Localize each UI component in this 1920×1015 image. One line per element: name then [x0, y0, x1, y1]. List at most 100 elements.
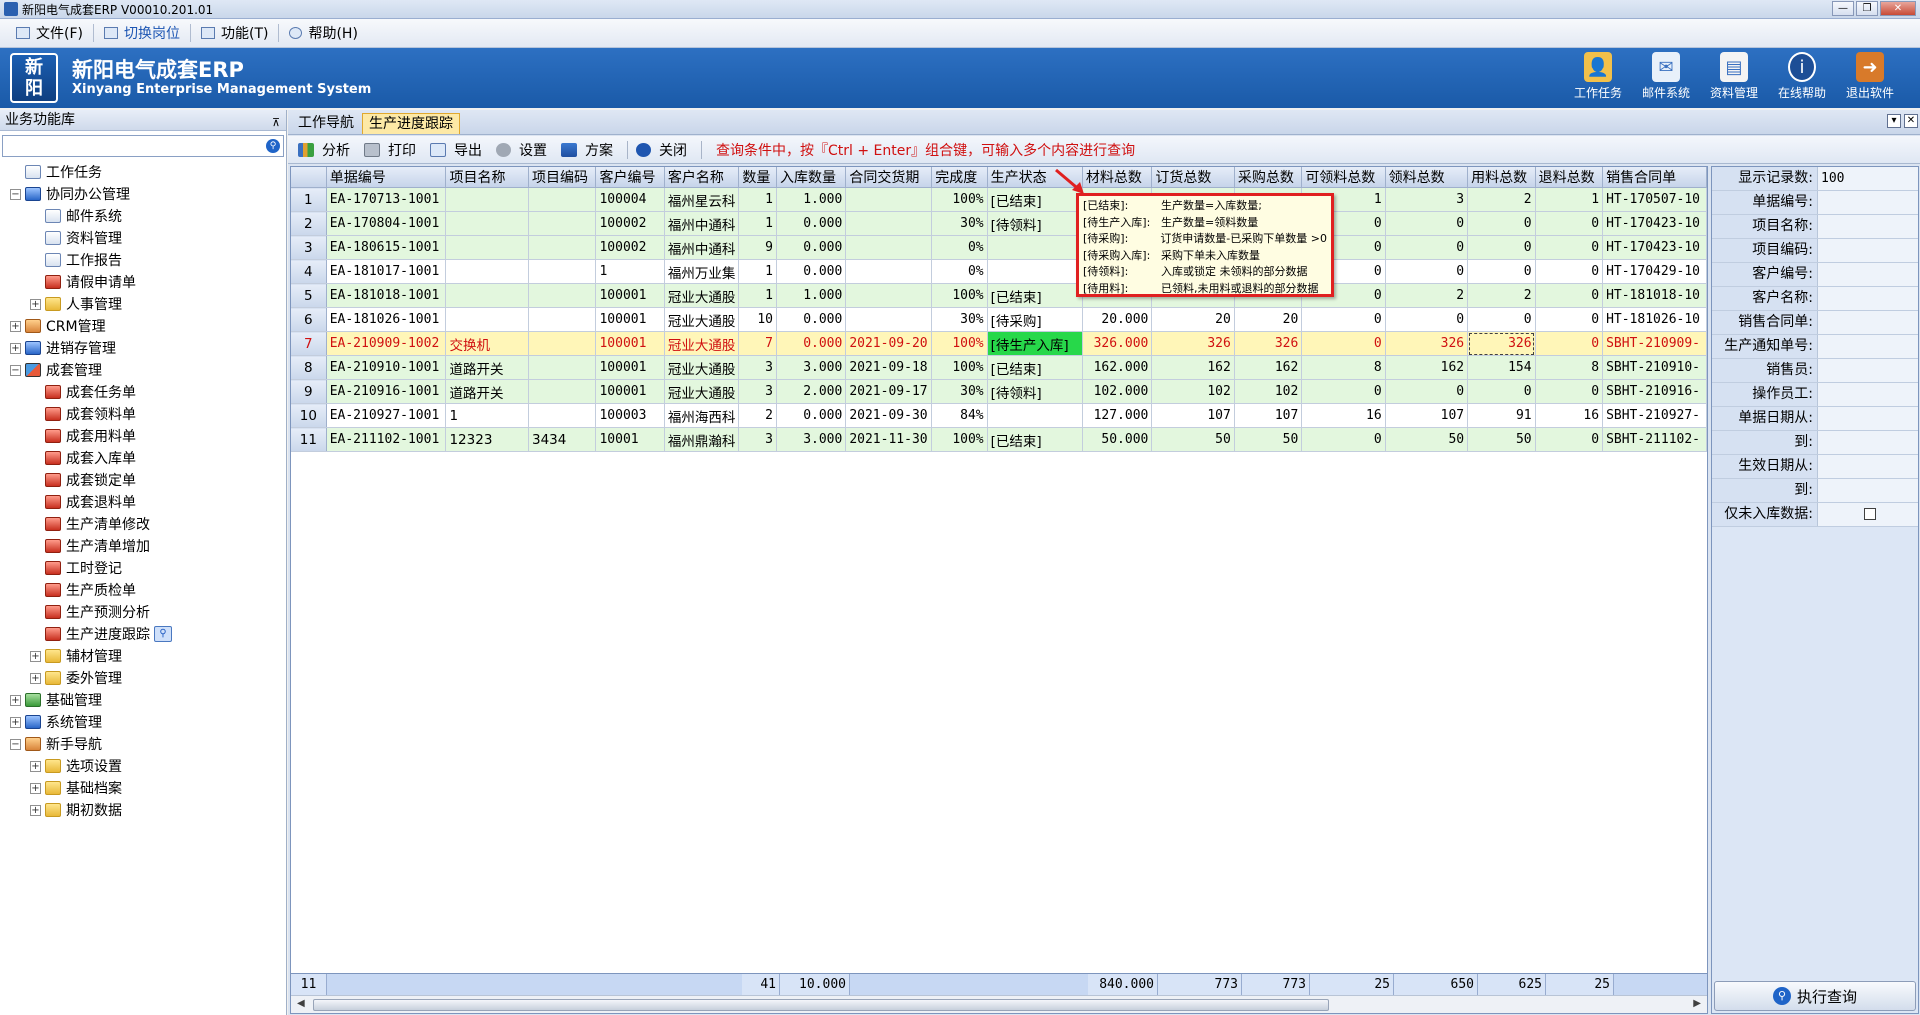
header-tool-exit[interactable]: ➜ 退出软件	[1836, 52, 1904, 101]
collapse-icon[interactable]: −	[10, 364, 21, 376]
table-cell[interactable]: 0	[1385, 211, 1469, 236]
table-row[interactable]: 7 EA-210909-1002 交换机 100001 冠业大通股 7 0.000 2021-…	[291, 331, 1707, 356]
table-cell[interactable]: 50.000	[1082, 427, 1153, 452]
query-input[interactable]	[1818, 359, 1918, 382]
expand-icon[interactable]: +	[30, 804, 41, 816]
collapse-icon[interactable]: −	[10, 188, 21, 200]
table-cell[interactable]	[528, 355, 597, 380]
scroll-left-icon[interactable]: ◀	[297, 998, 305, 1009]
table-cell[interactable]: SBHT-211102-	[1602, 427, 1707, 452]
table-cell[interactable]: 3.000	[776, 427, 847, 452]
menu-function[interactable]: 功能(T)	[191, 19, 278, 47]
table-cell[interactable]: SBHT-210916-	[1602, 379, 1707, 404]
table-cell[interactable]: 1	[738, 259, 777, 284]
table-cell[interactable]: 100001	[595, 307, 665, 332]
table-cell[interactable]: 102	[1151, 379, 1235, 404]
sidebar-item[interactable]: 生产质检单	[2, 579, 286, 601]
analyze-button[interactable]: 分析	[294, 138, 360, 162]
query-input[interactable]	[1818, 407, 1918, 430]
table-cell[interactable]: [待生产入库]	[987, 331, 1083, 356]
header-tool-task[interactable]: 👤 工作任务	[1564, 52, 1632, 101]
pin-icon[interactable]: ⊼	[272, 113, 280, 133]
sidebar-item[interactable]: + 委外管理	[2, 667, 286, 689]
table-cell[interactable]: [已结束]	[987, 283, 1083, 308]
sidebar-item[interactable]: + 基础管理	[2, 689, 286, 711]
table-cell[interactable]: EA-180615-1001	[326, 235, 447, 260]
table-cell[interactable]: 0%	[931, 259, 988, 284]
table-cell[interactable]: 162	[1151, 355, 1235, 380]
table-cell[interactable]: 2021-09-17	[845, 379, 933, 404]
sidebar-item[interactable]: 生产清单增加	[2, 535, 286, 557]
table-cell[interactable]: 0	[1535, 307, 1604, 332]
close-button[interactable]: 关闭	[632, 138, 697, 162]
table-cell[interactable]	[528, 307, 597, 332]
table-cell[interactable]: SBHT-210909-	[1602, 331, 1707, 356]
sidebar-item[interactable]: 请假申请单	[2, 271, 286, 293]
table-cell[interactable]: 0	[1385, 235, 1469, 260]
query-input[interactable]	[1818, 479, 1918, 502]
table-cell[interactable]: 0	[1301, 331, 1386, 356]
table-cell[interactable]: 福州中通科	[664, 211, 740, 236]
table-cell[interactable]	[528, 259, 597, 284]
unstocked-only-checkbox[interactable]	[1863, 508, 1876, 520]
sidebar-item[interactable]: + 辅材管理	[2, 645, 286, 667]
column-header[interactable]: 单据编号	[326, 167, 447, 188]
table-cell[interactable]: SBHT-210910-	[1602, 355, 1707, 380]
tab-close-icon[interactable]: ✕	[1904, 114, 1918, 128]
horizontal-scrollbar[interactable]: ◀ ▶	[291, 995, 1707, 1013]
table-cell[interactable]	[445, 259, 529, 284]
table-cell[interactable]	[528, 283, 597, 308]
table-cell[interactable]: 0	[1467, 259, 1536, 284]
table-cell[interactable]: 100%	[931, 427, 988, 452]
table-row[interactable]: 4 EA-181017-1001 1 福州万业集 1 0.000 0% 0 0 0 0 HT-1704…	[291, 259, 1707, 284]
table-cell[interactable]: 9	[738, 235, 777, 260]
table-cell[interactable]: 0.000	[776, 235, 847, 260]
table-cell[interactable]: 12323	[445, 427, 529, 452]
expand-icon[interactable]: +	[30, 650, 41, 662]
export-button[interactable]: 导出	[426, 138, 492, 162]
table-cell[interactable]: 100001	[595, 331, 665, 356]
sidebar-item[interactable]: 资料管理	[2, 227, 286, 249]
scroll-right-icon[interactable]: ▶	[1693, 998, 1701, 1009]
table-cell[interactable]: 0	[1535, 259, 1604, 284]
query-input[interactable]	[1818, 287, 1918, 310]
execute-query-button[interactable]: ⚲ 执行查询	[1714, 981, 1916, 1011]
table-cell[interactable]: 3	[738, 379, 777, 404]
table-cell[interactable]: 0	[1301, 379, 1386, 404]
table-row[interactable]: 5 EA-181018-1001 100001 冠业大通股 1 1.000 100% [已结束…	[291, 283, 1707, 308]
table-cell[interactable]: 84%	[931, 403, 988, 428]
column-header[interactable]: 订货总数	[1151, 167, 1235, 188]
sidebar-item[interactable]: + 系统管理	[2, 711, 286, 733]
table-cell[interactable]	[528, 379, 597, 404]
table-row[interactable]: 2 EA-170804-1001 100002 福州中通科 1 0.000 30% [待领料]…	[291, 211, 1707, 236]
sidebar-item[interactable]: 生产清单修改	[2, 513, 286, 535]
expand-icon[interactable]: +	[30, 672, 41, 684]
table-cell[interactable]: 0	[1535, 283, 1604, 308]
query-input[interactable]	[1818, 431, 1918, 454]
sidebar-item[interactable]: − 新手导航	[2, 733, 286, 755]
tab-work-nav[interactable]: 工作导航	[292, 113, 360, 134]
table-cell[interactable]: 0.000	[776, 331, 847, 356]
sidebar-item[interactable]: − 成套管理	[2, 359, 286, 381]
table-cell[interactable]: 107	[1234, 403, 1303, 428]
header-tool-help[interactable]: i 在线帮助	[1768, 52, 1836, 101]
table-cell[interactable]: 100004	[595, 187, 665, 212]
menu-file[interactable]: 文件(F)	[6, 19, 93, 47]
table-cell[interactable]: 326	[1385, 331, 1469, 356]
table-cell[interactable]: EA-211102-1001	[326, 427, 447, 452]
table-cell[interactable]: 0	[1467, 235, 1536, 260]
sidebar-item[interactable]: + CRM管理	[2, 315, 286, 337]
print-button[interactable]: 打印	[360, 138, 426, 162]
table-cell[interactable]: 100%	[931, 187, 988, 212]
scroll-thumb[interactable]	[313, 999, 1329, 1011]
column-header[interactable]: 用料总数	[1467, 167, 1536, 188]
table-cell[interactable]: 2021-09-18	[845, 355, 933, 380]
table-cell[interactable]: [待领料]	[987, 211, 1083, 236]
table-cell[interactable]: 1.000	[776, 283, 847, 308]
sidebar-item[interactable]: + 人事管理	[2, 293, 286, 315]
table-cell[interactable]: 162	[1385, 355, 1469, 380]
table-cell[interactable]	[987, 235, 1083, 260]
sidebar-item[interactable]: − 协同办公管理	[2, 183, 286, 205]
query-input[interactable]	[1818, 383, 1918, 406]
table-cell[interactable]: 0	[1535, 379, 1604, 404]
